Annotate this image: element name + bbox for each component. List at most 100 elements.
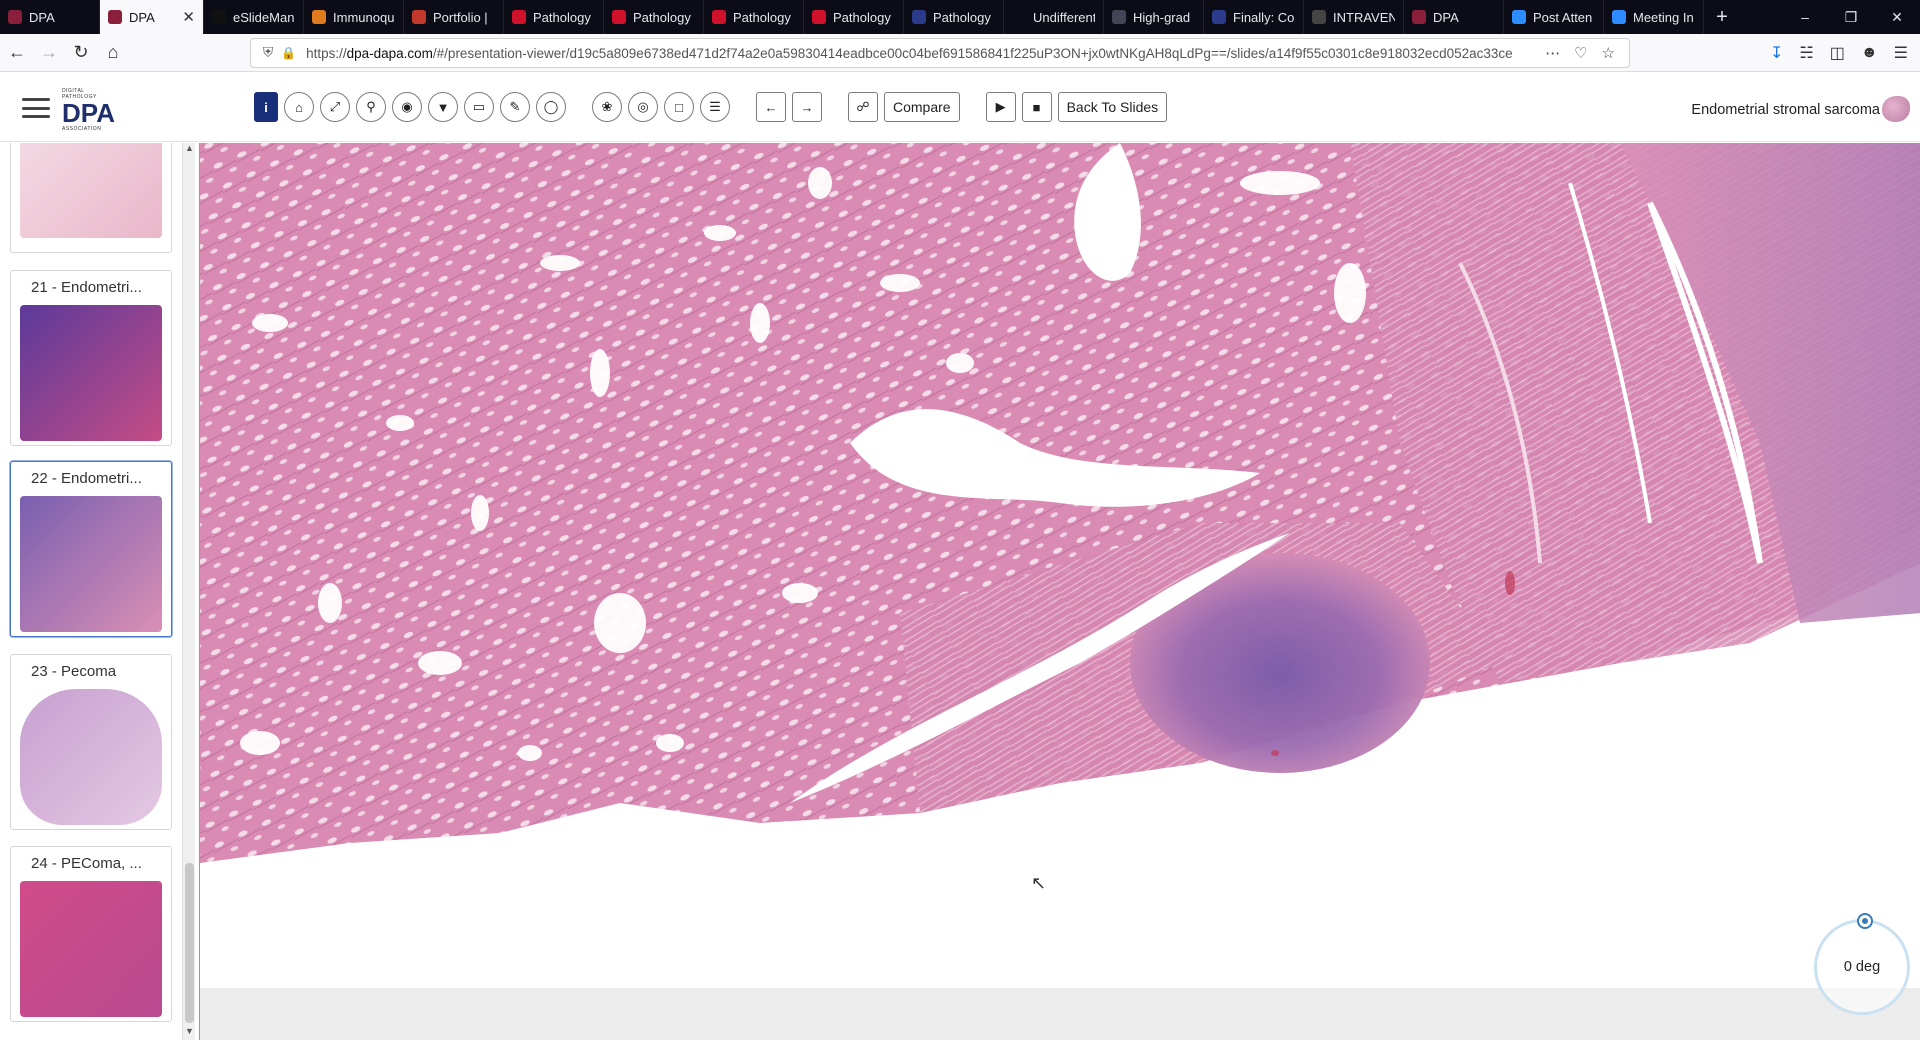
lock-icon[interactable]: 🔒 — [281, 46, 296, 60]
rotation-knob[interactable] — [1857, 913, 1873, 929]
browser-tab[interactable]: Meeting In — [1604, 0, 1704, 34]
forward-icon[interactable]: → — [34, 38, 64, 68]
lasso-button[interactable]: ◯ — [536, 92, 566, 122]
tab-favicon-icon — [912, 10, 926, 24]
scroll-down-icon[interactable]: ▼ — [183, 1026, 196, 1040]
url-path: /#/presentation-viewer/d19c5a809e6738ed4… — [432, 45, 1513, 61]
annotate-freehand-button[interactable]: ❀ — [592, 92, 622, 122]
hamburger-menu-icon[interactable] — [22, 98, 50, 118]
slide-list-scrollbar[interactable]: ▲ ▼ — [182, 143, 195, 1040]
zoom-button[interactable]: ⚲ — [356, 92, 386, 122]
filter-button[interactable]: ▼ — [428, 92, 458, 122]
browser-tab[interactable]: Pathology — [604, 0, 704, 34]
library-icon[interactable]: ☵ — [1799, 43, 1813, 63]
url-domain: dpa-dapa.com — [346, 45, 433, 61]
minimize-icon[interactable]: – — [1782, 0, 1828, 34]
tab-label: DPA — [29, 9, 55, 25]
window-controls: – ❐ ✕ — [1782, 0, 1920, 34]
tab-favicon-icon — [612, 10, 626, 24]
pen-button[interactable]: ✎ — [500, 92, 530, 122]
annotate-circle-button[interactable]: ◎ — [628, 92, 658, 122]
scrollbar-thumb[interactable] — [185, 863, 194, 1023]
slide-list: 21 - Endometri... 22 - Endometri... 23 - P… — [0, 143, 198, 1040]
rotation-dial[interactable]: 0 deg — [1814, 913, 1910, 1015]
slide-card[interactable]: 21 - Endometri... — [10, 270, 172, 446]
browser-tab[interactable]: DPA — [1404, 0, 1504, 34]
record-video-button[interactable]: ▶ — [985, 92, 1016, 122]
back-to-slides-button[interactable]: Back To Slides — [1057, 92, 1168, 122]
slide-card-thumbnail — [20, 496, 162, 632]
scroll-up-icon[interactable]: ▲ — [183, 143, 196, 157]
menu-icon[interactable]: ☰ — [1894, 43, 1908, 63]
tab-favicon-icon — [1212, 10, 1226, 24]
fullscreen-button[interactable]: ⤢ — [320, 92, 350, 122]
viewer-tools: i ⌂ ⤢ ⚲ ◉ ▼ ▭ ✎ ◯ ❀ ◎ □ ☰ ← → ☍ Compare … — [254, 92, 1168, 122]
annotation-list-button[interactable]: ☰ — [700, 92, 730, 122]
address-bar[interactable]: ⛨ 🔒 https://dpa-dapa.com/#/presentation-… — [250, 38, 1630, 68]
pocket-icon[interactable]: ♡ — [1574, 44, 1587, 62]
browser-tab[interactable]: High-grad — [1104, 0, 1204, 34]
tab-label: Pathology — [833, 9, 891, 25]
slide-viewer[interactable]: 0 deg ↖ — [199, 143, 1920, 1040]
more-actions-icon[interactable]: ⋯ — [1545, 44, 1560, 62]
stop-button[interactable]: ■ — [1021, 92, 1052, 122]
new-tab-button[interactable]: + — [1704, 0, 1740, 34]
tab-favicon-icon — [1612, 10, 1626, 24]
browser-tab[interactable]: Pathology — [504, 0, 604, 34]
tab-label: Immunoqu — [333, 9, 395, 25]
slide-card[interactable]: 23 - Pecoma — [10, 654, 172, 830]
slide-card-thumbnail — [20, 689, 162, 825]
tab-label: High-grad — [1133, 9, 1191, 25]
previous-slide-button[interactable]: ← — [756, 92, 786, 122]
bookmark-star-icon[interactable]: ☆ — [1602, 44, 1615, 62]
browser-tab[interactable]: eSlideMan — [204, 0, 304, 34]
tab-favicon-icon — [412, 10, 426, 24]
compare-button[interactable]: Compare — [884, 92, 960, 122]
tab-favicon-icon — [212, 10, 226, 24]
slide-card[interactable]: 22 - Endometri... — [10, 461, 172, 637]
browser-tab[interactable]: Pathology — [904, 0, 1004, 34]
shield-icon[interactable]: ⛨ — [263, 45, 273, 61]
browser-tab[interactable]: Undifferentiate — [1004, 0, 1104, 34]
tab-label: eSlideMan — [233, 9, 295, 25]
tab-label: Pathology — [733, 9, 791, 25]
tab-label: Meeting In — [1633, 9, 1694, 25]
tab-label: Post Atten — [1533, 9, 1593, 25]
tab-close-icon[interactable]: ✕ — [182, 8, 195, 26]
tab-favicon-icon — [1512, 10, 1526, 24]
browser-tab[interactable]: DPA — [0, 0, 100, 34]
slide-card[interactable] — [10, 143, 172, 253]
attachment-button[interactable]: ☍ — [848, 92, 878, 122]
tab-label: DPA — [1433, 9, 1459, 25]
browser-tab[interactable]: Pathology — [804, 0, 904, 34]
tab-favicon-icon — [1112, 10, 1126, 24]
download-icon[interactable]: ↧ — [1770, 43, 1783, 63]
browser-tab[interactable]: DPA ✕ — [100, 0, 204, 34]
dpa-logo[interactable]: DIGITAL PATHOLOGY DPA ASSOCIATION — [62, 88, 120, 132]
browser-tab[interactable]: Portfolio | — [404, 0, 504, 34]
home-view-button[interactable]: ⌂ — [284, 92, 314, 122]
browser-tab[interactable]: INTRAVEN — [1304, 0, 1404, 34]
info-button[interactable]: i — [254, 92, 278, 122]
account-icon[interactable]: ☻ — [1861, 44, 1878, 62]
restore-icon[interactable]: ❐ — [1828, 0, 1874, 34]
browser-tab[interactable]: Finally: Co — [1204, 0, 1304, 34]
slide-card[interactable]: 24 - PEComa, ... — [10, 846, 172, 1022]
browser-tab[interactable]: Post Atten — [1504, 0, 1604, 34]
slide-thumbnail-icon[interactable] — [1882, 96, 1910, 122]
slide-card-title: 22 - Endometri... — [31, 470, 142, 487]
sidebar-icon[interactable]: ◫ — [1830, 43, 1845, 63]
slide-card-title: 21 - Endometri... — [31, 279, 142, 296]
present-button[interactable]: ▭ — [464, 92, 494, 122]
home-icon[interactable]: ⌂ — [98, 38, 128, 68]
browser-tab[interactable]: Immunoqu — [304, 0, 404, 34]
logo-main-text: DPA — [62, 100, 120, 126]
reload-icon[interactable]: ↻ — [66, 38, 96, 68]
tab-label: Pathology — [633, 9, 691, 25]
browser-tab[interactable]: Pathology — [704, 0, 804, 34]
snapshot-button[interactable]: ◉ — [392, 92, 422, 122]
close-window-icon[interactable]: ✕ — [1874, 0, 1920, 34]
annotate-rectangle-button[interactable]: □ — [664, 92, 694, 122]
next-slide-button[interactable]: → — [792, 92, 822, 122]
back-icon[interactable]: ← — [2, 38, 32, 68]
